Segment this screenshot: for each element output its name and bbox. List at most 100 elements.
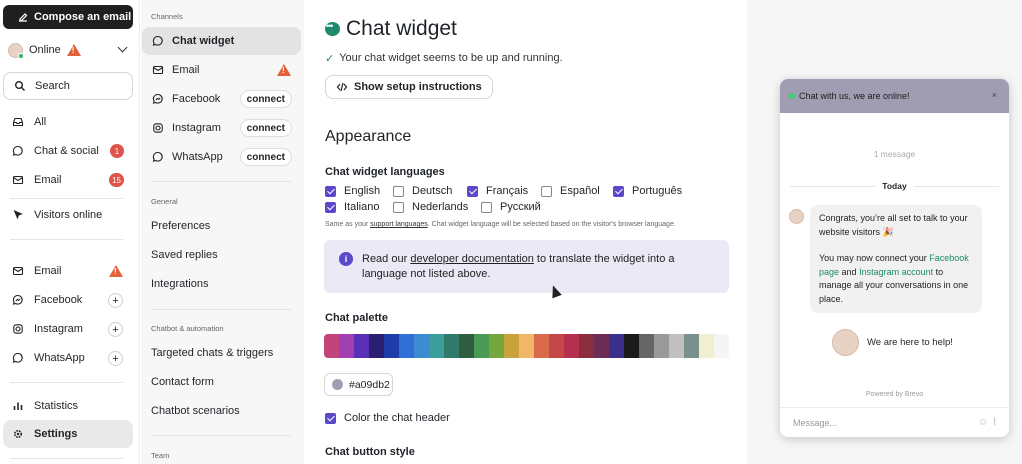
palette-swatch[interactable] (489, 334, 504, 358)
nav-channel-instagram[interactable]: Instagram + (3, 315, 133, 343)
language-checkbox-nederlands[interactable]: Nederlands (393, 201, 468, 213)
checkbox[interactable] (325, 201, 336, 213)
add-facebook-button[interactable]: + (108, 293, 123, 308)
checkbox[interactable] (325, 412, 336, 424)
palette-swatch[interactable] (654, 334, 669, 358)
nav-channel-facebook[interactable]: Facebook + (3, 286, 133, 314)
palette-swatch[interactable] (564, 334, 579, 358)
connect-whatsapp-button[interactable]: connect (239, 148, 292, 166)
emoji-icon[interactable]: ☺ (978, 417, 988, 428)
palette-swatch[interactable] (429, 334, 444, 358)
search-button[interactable]: Search (3, 72, 133, 100)
palette-swatch[interactable] (579, 334, 594, 358)
language-checkbox-deutsch[interactable]: Deutsch (393, 185, 452, 197)
palette-swatch[interactable] (609, 334, 624, 358)
attachment-icon[interactable]: ⌇ (992, 417, 997, 428)
palette-swatch[interactable] (444, 334, 459, 358)
palette-swatch[interactable] (384, 334, 399, 358)
powered-by: Powered by Brevo (865, 391, 924, 398)
checkbox[interactable] (613, 185, 624, 197)
checkbox[interactable] (481, 201, 492, 213)
message-count: 1 message (873, 149, 916, 159)
nav-channel-whatsapp[interactable]: WhatsApp + (3, 344, 133, 372)
divider (151, 181, 291, 182)
palette-swatch[interactable] (669, 334, 684, 358)
message-input[interactable]: Message... ☺ ⌇ (780, 407, 1009, 437)
menu-item-whatsapp[interactable]: WhatsApp connect (142, 143, 301, 171)
nav-item-email[interactable]: Email 15 (3, 166, 133, 194)
language-checkbox-espanol[interactable]: Español (541, 185, 600, 197)
menu-link-chatbot-scenarios[interactable]: Chatbot scenarios (151, 405, 240, 417)
nav-item-all[interactable]: All (3, 108, 133, 136)
status-text: Your chat widget seems to be up and runn… (339, 52, 563, 64)
close-icon[interactable]: × (992, 90, 997, 100)
checkbox[interactable] (325, 185, 336, 197)
palette-swatch[interactable] (519, 334, 534, 358)
palette-swatch[interactable] (639, 334, 654, 358)
language-checkbox-russian[interactable]: Русский (481, 201, 541, 213)
menu-link-preferences[interactable]: Preferences (151, 220, 210, 232)
menu-item-instagram[interactable]: Instagram connect (142, 114, 301, 142)
developer-documentation-link[interactable]: developer documentation (410, 253, 534, 265)
palette-swatch[interactable] (699, 334, 714, 358)
menu-link-saved-replies[interactable]: Saved replies (151, 249, 218, 261)
connect-facebook-button[interactable]: connect (239, 90, 292, 108)
nav-item-label: Email (34, 174, 62, 186)
unread-badge: 15 (109, 173, 124, 187)
nav-item-visitors-online[interactable]: Visitors online (3, 201, 133, 229)
menu-item-chat-widget[interactable]: Chat widget (142, 27, 301, 55)
checkbox-label: Français (486, 185, 529, 197)
palette-swatch[interactable] (684, 334, 699, 358)
agent-avatar-large (832, 329, 859, 356)
palette-swatch[interactable] (399, 334, 414, 358)
help-text: We are here to help! (867, 337, 953, 348)
checkbox[interactable] (393, 185, 404, 197)
nav-channel-email[interactable]: Email (3, 257, 133, 285)
palette-swatch[interactable] (369, 334, 384, 358)
language-checkbox-english[interactable]: English (325, 185, 380, 197)
checkbox[interactable] (467, 185, 478, 197)
palette-swatch[interactable] (624, 334, 639, 358)
add-instagram-button[interactable]: + (108, 322, 123, 337)
divider (10, 239, 123, 240)
palette-swatch[interactable] (354, 334, 369, 358)
color-header-checkbox[interactable]: Color the chat header (325, 412, 450, 424)
palette-swatch[interactable] (339, 334, 354, 358)
code-icon (336, 81, 348, 93)
checkbox[interactable] (393, 201, 404, 213)
palette-swatch[interactable] (324, 334, 339, 358)
language-checkbox-italiano[interactable]: Italiano (325, 201, 379, 213)
palette-swatch[interactable] (594, 334, 609, 358)
language-checkbox-francais[interactable]: Français (467, 185, 528, 197)
menu-link-integrations[interactable]: Integrations (151, 278, 208, 290)
button-style-label: Chat button style (325, 446, 415, 458)
connect-instagram-button[interactable]: connect (239, 119, 292, 137)
nav-item-statistics[interactable]: Statistics (3, 392, 133, 420)
menu-link-contact-form[interactable]: Contact form (151, 376, 214, 388)
status-selector[interactable]: Online (8, 40, 130, 60)
palette-swatch[interactable] (474, 334, 489, 358)
palette-swatch[interactable] (459, 334, 474, 358)
menu-item-label: Instagram (172, 122, 221, 134)
palette-swatch[interactable] (549, 334, 564, 358)
menu-link-targeted-chats[interactable]: Targeted chats & triggers (151, 347, 273, 359)
menu-item-facebook[interactable]: Facebook connect (142, 85, 301, 113)
color-hex-input[interactable]: #a09db2 (324, 373, 393, 396)
instagram-account-link[interactable]: Instagram account (859, 267, 933, 277)
show-setup-instructions-button[interactable]: Show setup instructions (325, 75, 493, 99)
palette-swatch[interactable] (714, 334, 729, 358)
checkbox[interactable] (541, 185, 552, 197)
nav-item-chat-social[interactable]: Chat & social 1 (3, 137, 133, 165)
palette-swatch[interactable] (504, 334, 519, 358)
nav-item-settings[interactable]: Settings (3, 420, 133, 448)
palette-swatch[interactable] (534, 334, 549, 358)
palette-swatch[interactable] (414, 334, 429, 358)
nav-item-label: Instagram (34, 323, 83, 335)
compose-email-button[interactable]: Compose an email (3, 5, 133, 29)
menu-item-email[interactable]: Email (142, 56, 301, 84)
language-checkbox-portugues[interactable]: Português (613, 185, 682, 197)
color-palette[interactable] (324, 334, 729, 358)
support-languages-link[interactable]: support languages (370, 221, 428, 228)
add-whatsapp-button[interactable]: + (108, 351, 123, 366)
unread-badge: 1 (110, 144, 124, 158)
